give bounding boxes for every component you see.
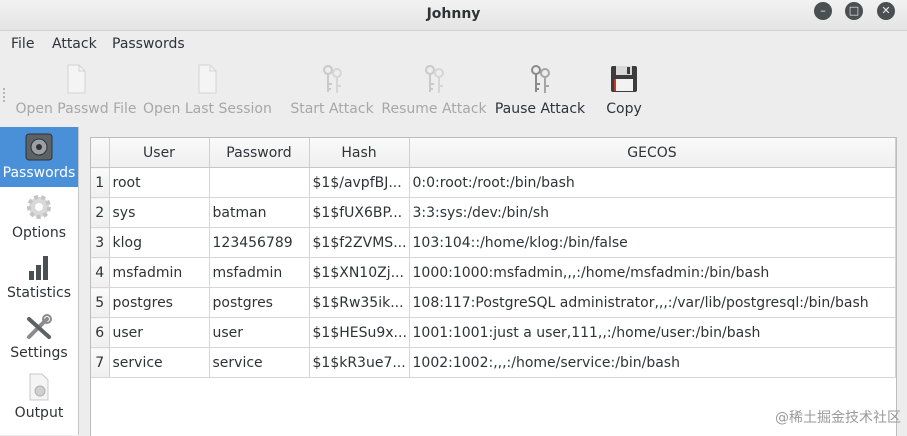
tools-icon bbox=[27, 314, 52, 339]
row-number[interactable]: 5 bbox=[91, 287, 110, 318]
row-number[interactable]: 7 bbox=[91, 347, 110, 378]
column-header-user[interactable]: User bbox=[109, 138, 210, 168]
cell-user[interactable]: root bbox=[109, 167, 210, 198]
row-number[interactable]: 2 bbox=[91, 197, 110, 228]
cell-gecos[interactable]: 1000:1000:msfadmin,,,:/home/msfadmin:/bi… bbox=[409, 257, 896, 288]
cell-gecos[interactable]: 3:3:sys:/dev:/bin/sh bbox=[409, 197, 896, 228]
table-row[interactable]: 6 user user $1$HESu9x... 1001:1001:just … bbox=[91, 317, 896, 348]
sidebar-item-statistics[interactable]: Statistics bbox=[0, 247, 78, 307]
pause-attack-button[interactable]: Pause Attack bbox=[493, 62, 587, 122]
cell-user[interactable]: sys bbox=[109, 197, 210, 228]
file-icon bbox=[67, 64, 86, 94]
cell-gecos[interactable]: 108:117:PostgreSQL administrator,,,:/var… bbox=[409, 287, 896, 318]
sidebar-item-label: Passwords bbox=[2, 165, 76, 181]
gear-icon bbox=[27, 195, 51, 219]
cell-gecos[interactable]: 1002:1002:,,,:/home/service:/bin/bash bbox=[409, 347, 896, 378]
row-number[interactable]: 4 bbox=[91, 257, 110, 288]
menu-bar: File Attack Passwords bbox=[0, 30, 907, 58]
cell-hash[interactable]: $1$f2ZVMS... bbox=[309, 227, 410, 258]
open-last-session-button[interactable]: Open Last Session bbox=[143, 62, 272, 122]
copy-label: Copy bbox=[606, 101, 642, 117]
cell-hash[interactable]: $1$fUX6BP... bbox=[309, 197, 410, 228]
toolbar-grip-handle[interactable] bbox=[3, 88, 11, 102]
keys-icon bbox=[323, 65, 342, 93]
cell-password[interactable]: postgres bbox=[209, 287, 310, 318]
table-header-row: User Password Hash GECOS bbox=[91, 138, 896, 168]
row-number[interactable]: 6 bbox=[91, 317, 110, 348]
cell-gecos[interactable]: 0:0:root:/root:/bin/bash bbox=[409, 167, 896, 198]
cell-gecos[interactable]: 103:104::/home/klog:/bin/false bbox=[409, 227, 896, 258]
cell-user[interactable]: klog bbox=[109, 227, 210, 258]
column-header-gecos[interactable]: GECOS bbox=[409, 138, 896, 168]
maximize-icon: □ bbox=[848, 4, 860, 17]
close-icon: ✕ bbox=[881, 4, 891, 17]
passwords-table: User Password Hash GECOS 1 root $1$/avpf… bbox=[90, 137, 897, 436]
resume-attack-label: Resume Attack bbox=[381, 101, 487, 117]
cell-password[interactable]: msfadmin bbox=[209, 257, 310, 288]
cell-user[interactable]: msfadmin bbox=[109, 257, 210, 288]
cell-password[interactable]: user bbox=[209, 317, 310, 348]
maximize-button[interactable]: □ bbox=[845, 2, 863, 20]
sidebar-item-label: Options bbox=[11, 225, 67, 241]
table-row[interactable]: 5 postgres postgres $1$Rw35ik... 108:117… bbox=[91, 287, 896, 318]
sidebar-item-label: Settings bbox=[10, 345, 68, 361]
document-gear-icon bbox=[29, 373, 49, 401]
cell-hash[interactable]: $1$kR3ue7... bbox=[309, 347, 410, 378]
copy-button[interactable]: Copy bbox=[600, 62, 648, 122]
window-title: Johnny bbox=[426, 6, 481, 22]
start-attack-label: Start Attack bbox=[290, 101, 374, 117]
pause-attack-label: Pause Attack bbox=[494, 101, 586, 117]
cell-password[interactable] bbox=[209, 167, 310, 198]
column-header-password[interactable]: Password bbox=[209, 138, 310, 168]
watermark: @稀土掘金技术社区 bbox=[775, 410, 901, 426]
menu-file[interactable]: File bbox=[11, 36, 34, 52]
table-row[interactable]: 3 klog 123456789 $1$f2ZVMS... 103:104::/… bbox=[91, 227, 896, 258]
column-header-hash[interactable]: Hash bbox=[309, 138, 410, 168]
title-bar: Johnny – □ ✕ bbox=[0, 0, 907, 31]
cell-gecos[interactable]: 1001:1001:just a user,111,,:/home/user:/… bbox=[409, 317, 896, 348]
table-row[interactable]: 7 service service $1$kR3ue7... 1002:1002… bbox=[91, 347, 896, 378]
sidebar-item-label: Statistics bbox=[7, 285, 71, 301]
sidebar-item-settings[interactable]: Settings bbox=[0, 307, 78, 367]
menu-passwords[interactable]: Passwords bbox=[112, 36, 185, 52]
toolbar: Open Passwd File Open Last Session Start… bbox=[0, 58, 907, 126]
keys-icon bbox=[425, 65, 444, 93]
minimize-icon: – bbox=[820, 4, 826, 17]
cell-hash[interactable]: $1$XN10Zj... bbox=[309, 257, 410, 288]
menu-attack[interactable]: Attack bbox=[52, 36, 97, 52]
table-row[interactable]: 2 sys batman $1$fUX6BP... 3:3:sys:/dev:/… bbox=[91, 197, 896, 228]
resume-attack-button[interactable]: Resume Attack bbox=[381, 62, 487, 122]
row-number[interactable]: 3 bbox=[91, 227, 110, 258]
cell-user[interactable]: user bbox=[109, 317, 210, 348]
open-passwd-file-button[interactable]: Open Passwd File bbox=[14, 62, 138, 122]
sidebar-item-output[interactable]: Output bbox=[0, 367, 78, 427]
safe-icon bbox=[25, 133, 53, 161]
cell-hash[interactable]: $1$/avpfBJ... bbox=[309, 167, 410, 198]
open-last-session-label: Open Last Session bbox=[143, 101, 272, 117]
keys-icon bbox=[531, 65, 550, 93]
open-passwd-file-label: Open Passwd File bbox=[15, 101, 137, 117]
table-row[interactable]: 1 root $1$/avpfBJ... 0:0:root:/root:/bin… bbox=[91, 167, 896, 198]
sidebar-item-passwords[interactable]: Passwords bbox=[0, 127, 78, 187]
cell-hash[interactable]: $1$Rw35ik... bbox=[309, 287, 410, 318]
cell-password[interactable]: batman bbox=[209, 197, 310, 228]
file-icon bbox=[198, 64, 217, 94]
row-number[interactable]: 1 bbox=[91, 167, 110, 198]
cell-user[interactable]: service bbox=[109, 347, 210, 378]
cell-password[interactable]: service bbox=[209, 347, 310, 378]
sidebar-item-options[interactable]: Options bbox=[0, 187, 78, 247]
minimize-button[interactable]: – bbox=[814, 2, 832, 20]
sidebar: Passwords Options Statistics Settings Ou… bbox=[0, 127, 79, 435]
corner-header[interactable] bbox=[91, 138, 110, 168]
sidebar-item-label: Output bbox=[14, 405, 64, 421]
cell-user[interactable]: postgres bbox=[109, 287, 210, 318]
cell-hash[interactable]: $1$HESu9x... bbox=[309, 317, 410, 348]
start-attack-button[interactable]: Start Attack bbox=[287, 62, 377, 122]
cell-password[interactable]: 123456789 bbox=[209, 227, 310, 258]
bar-chart-icon bbox=[29, 256, 48, 280]
table-row[interactable]: 4 msfadmin msfadmin $1$XN10Zj... 1000:10… bbox=[91, 257, 896, 288]
floppy-disk-icon bbox=[611, 66, 637, 92]
close-button[interactable]: ✕ bbox=[877, 2, 895, 20]
